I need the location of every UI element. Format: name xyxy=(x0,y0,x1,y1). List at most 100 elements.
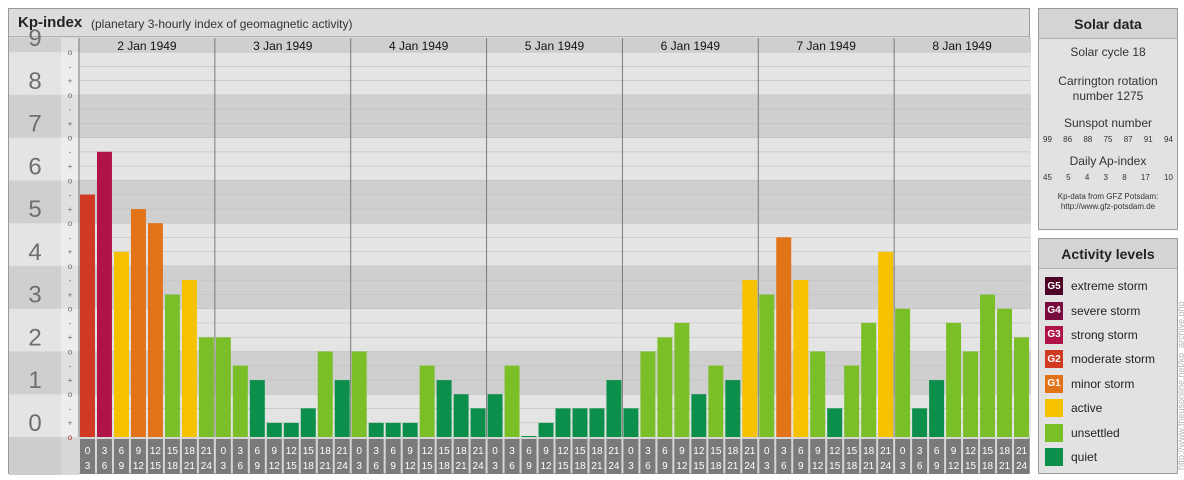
legend-label: strong storm xyxy=(1071,327,1138,342)
interval-end: 12 xyxy=(540,461,552,472)
kp-bar xyxy=(113,251,129,437)
credit-link[interactable]: http://www.gfz-potsdam.de xyxy=(1039,202,1177,212)
interval-start: 21 xyxy=(744,446,756,457)
legend-item-extreme-storm: G5 extreme storm xyxy=(1045,274,1171,298)
kp-bar xyxy=(606,380,622,437)
interval-start: 6 xyxy=(798,446,804,457)
y-minor-label: o xyxy=(68,48,73,57)
kp-bar xyxy=(198,337,214,437)
interval-start: 15 xyxy=(710,446,722,457)
day-label: 6 Jan 1949 xyxy=(661,39,721,53)
interval-end: 24 xyxy=(744,461,756,472)
kp-bar xyxy=(96,151,112,438)
interval-start: 18 xyxy=(999,446,1011,457)
y-major-label: 6 xyxy=(28,153,41,180)
kp-bar xyxy=(623,408,639,437)
kp-bar xyxy=(691,394,707,437)
y-minor-label: + xyxy=(68,162,73,171)
interval-start: 0 xyxy=(628,446,634,457)
kp-bar xyxy=(657,337,673,437)
interval-end: 9 xyxy=(662,461,668,472)
interval-end: 24 xyxy=(201,461,213,472)
kp-chart-panel: Kp-index (planetary 3-hourly index of ge… xyxy=(8,8,1031,475)
y-minor-label: o xyxy=(68,347,73,356)
interval-start: 3 xyxy=(509,446,515,457)
interval-start: 6 xyxy=(526,446,532,457)
interval-end: 21 xyxy=(456,461,468,472)
interval-end: 6 xyxy=(102,461,108,472)
interval-end: 12 xyxy=(812,461,824,472)
interval-end: 21 xyxy=(591,461,603,472)
legend-swatch xyxy=(1045,447,1063,466)
interval-start: 0 xyxy=(492,446,498,457)
interval-end: 18 xyxy=(846,461,858,472)
kp-bar xyxy=(810,351,826,437)
interval-end: 24 xyxy=(337,461,349,472)
interval-end: 6 xyxy=(238,461,244,472)
interval-end: 18 xyxy=(439,461,451,472)
kp-bar xyxy=(572,408,588,437)
interval-end: 24 xyxy=(880,461,892,472)
interval-end: 24 xyxy=(473,461,485,472)
kp-bar xyxy=(385,422,401,437)
interval-start: 12 xyxy=(829,446,841,457)
y-minor-label: + xyxy=(68,248,73,257)
interval-start: 9 xyxy=(815,446,821,457)
interval-end: 12 xyxy=(948,461,960,472)
interval-start: 18 xyxy=(320,446,332,457)
ap-values: 45 5 4 3 8 17 10 xyxy=(1039,173,1177,182)
y-minor-label: - xyxy=(69,191,72,200)
interval-start: 15 xyxy=(167,446,179,457)
legend-item-severe-storm: G4 severe storm xyxy=(1045,298,1171,322)
interval-start: 21 xyxy=(1016,446,1028,457)
interval-end: 18 xyxy=(574,461,586,472)
kp-bar xyxy=(232,365,248,437)
interval-start: 3 xyxy=(373,446,379,457)
kp-band-6 xyxy=(9,137,1031,181)
legend-swatch: G1 xyxy=(1045,374,1063,393)
interval-start: 12 xyxy=(422,446,434,457)
interval-start: 9 xyxy=(407,446,413,457)
y-minor-label: - xyxy=(69,148,72,157)
interval-end: 12 xyxy=(269,461,281,472)
kp-bar xyxy=(402,422,418,437)
kp-band-7 xyxy=(9,94,1031,138)
y-minor-label: - xyxy=(69,276,72,285)
sunspot-value-2: 88 xyxy=(1083,135,1093,144)
interval-start: 15 xyxy=(439,446,451,457)
y-major-label: 4 xyxy=(28,239,41,266)
kp-bar xyxy=(759,294,775,437)
y-major-label: 0 xyxy=(28,410,41,437)
source-watermark: http://www.theusonline.net/kp_archive.ph… xyxy=(1176,301,1184,470)
carrington-line-1: Carrington rotation xyxy=(1058,74,1158,88)
interval-start: 3 xyxy=(781,446,787,457)
y-minor-label: - xyxy=(69,105,72,114)
y-minor-label: - xyxy=(69,233,72,242)
y-minor-label: o xyxy=(68,219,73,228)
interval-end: 18 xyxy=(303,461,315,472)
interval-end: 18 xyxy=(982,461,994,472)
kp-bar xyxy=(912,408,928,437)
interval-end: 3 xyxy=(764,461,770,472)
interval-end: 12 xyxy=(676,461,688,472)
sunspot-value-1: 86 xyxy=(1063,135,1073,144)
kp-bar xyxy=(742,280,758,437)
kp-bar xyxy=(419,365,435,437)
kp-bar xyxy=(283,422,299,437)
activity-levels-title: Activity levels xyxy=(1039,239,1177,269)
sunspot-value-3: 75 xyxy=(1103,135,1113,144)
kp-bar xyxy=(861,322,877,437)
interval-end: 6 xyxy=(781,461,787,472)
interval-end: 3 xyxy=(85,461,91,472)
interval-end: 21 xyxy=(999,461,1011,472)
legend-swatch: G3 xyxy=(1045,325,1063,344)
interval-start: 3 xyxy=(645,446,651,457)
interval-end: 9 xyxy=(798,461,804,472)
legend-label: unsettled xyxy=(1071,425,1120,440)
solar-data-panel: Solar data Solar cycle 18 Carrington rot… xyxy=(1038,8,1178,230)
legend-item-moderate-storm: G2 moderate storm xyxy=(1045,347,1171,371)
ap-value-0: 45 xyxy=(1043,173,1052,182)
kp-bar xyxy=(215,337,231,437)
kp-bar xyxy=(997,308,1013,437)
kp-bar xyxy=(453,394,469,437)
